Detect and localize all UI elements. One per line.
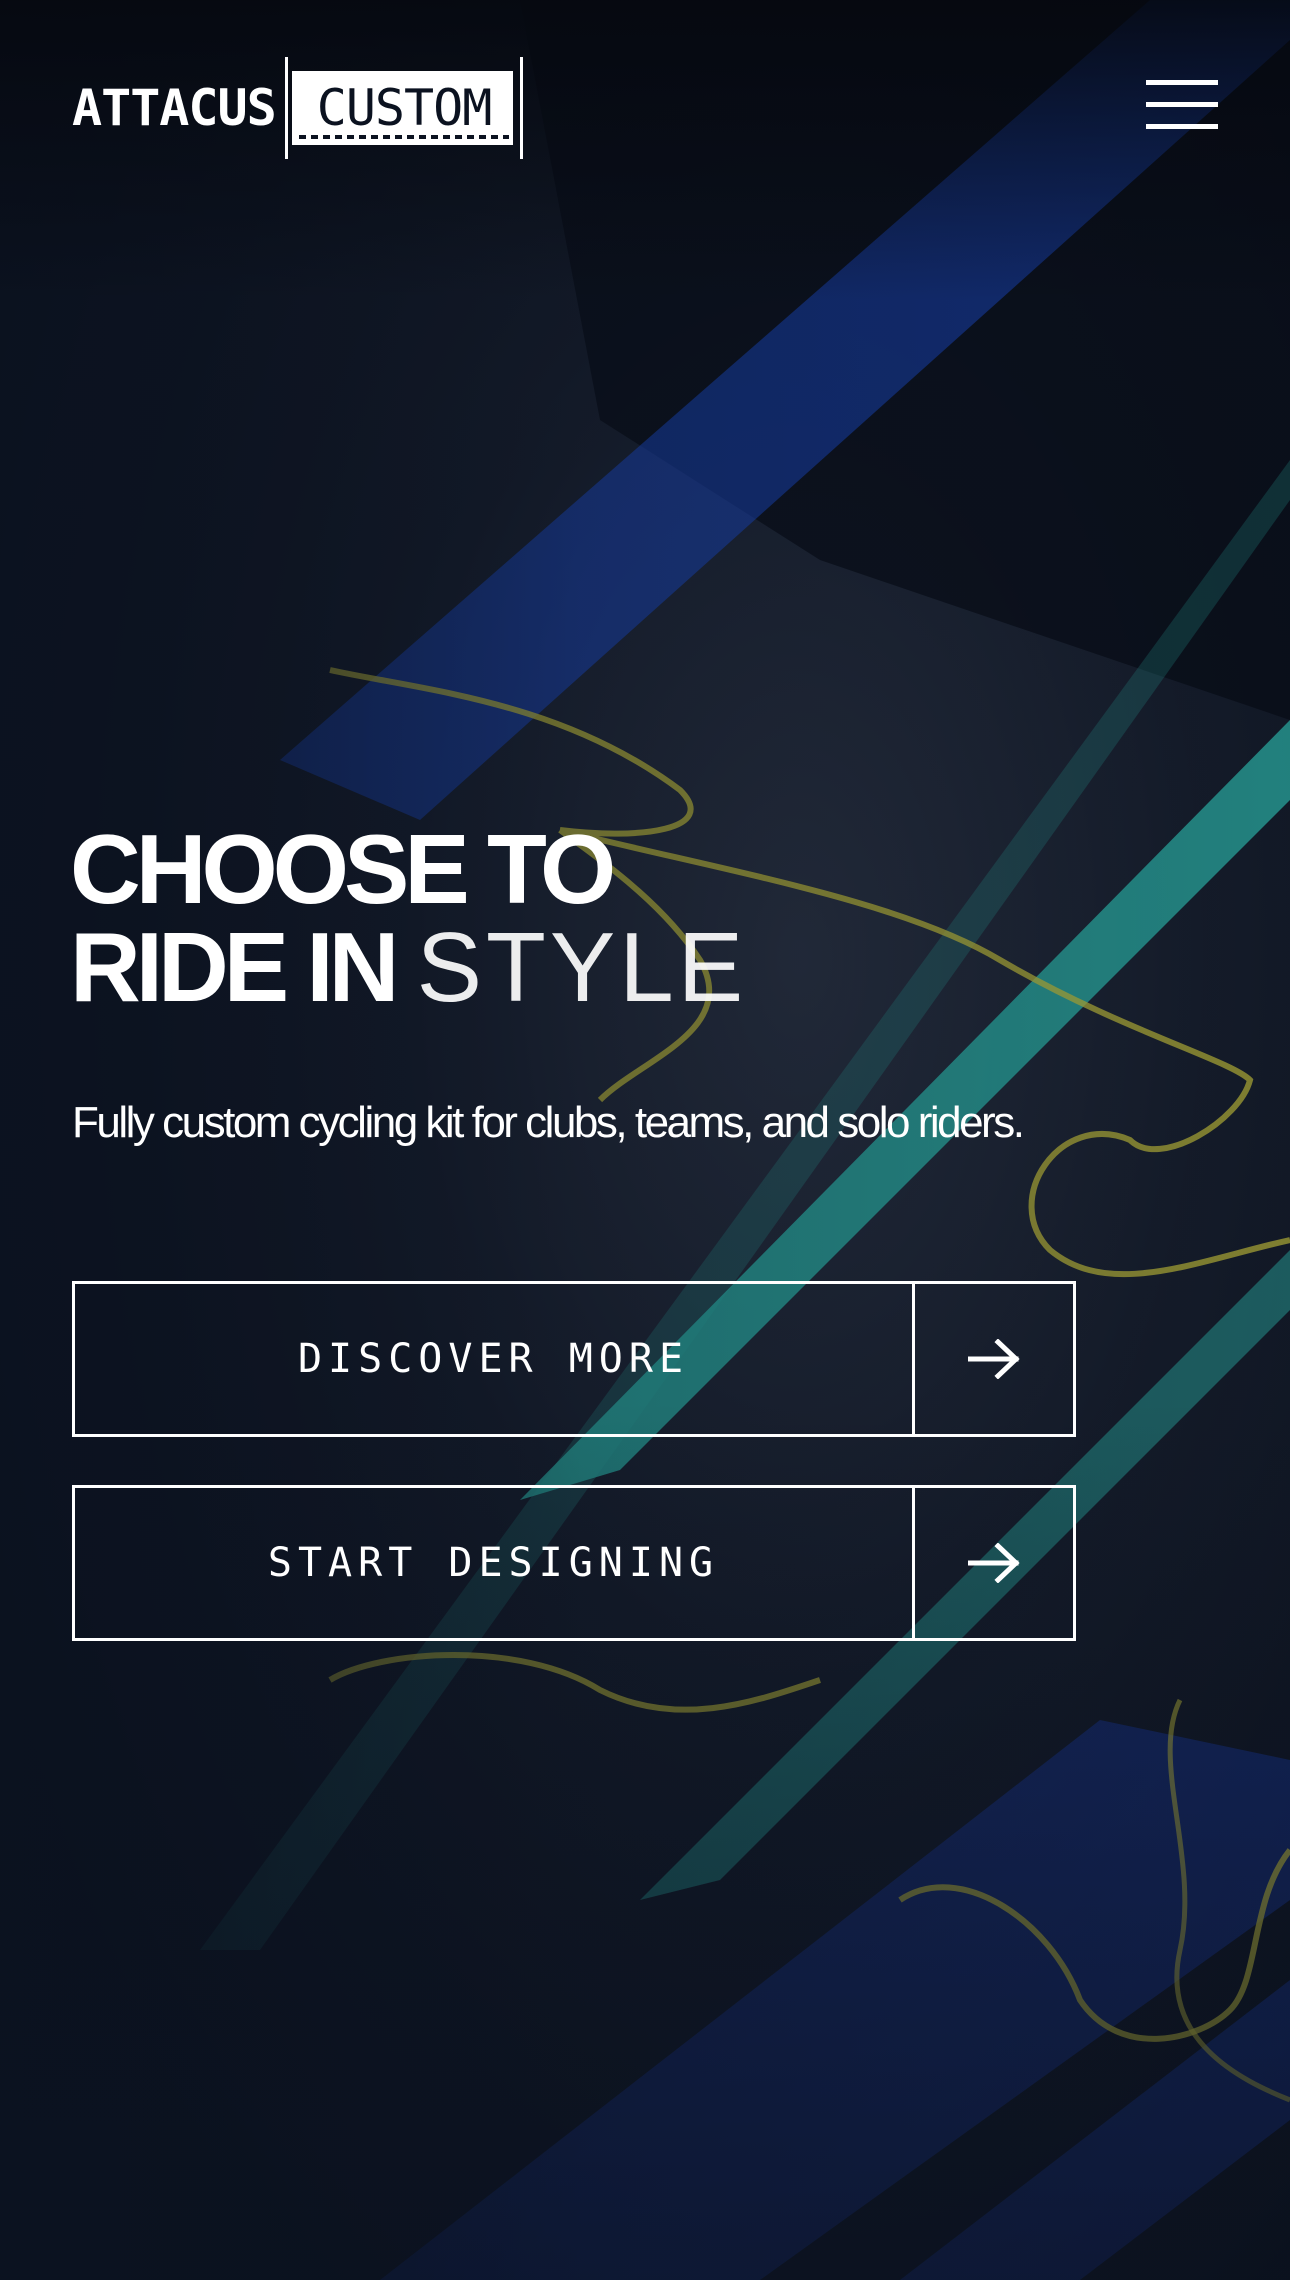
start-designing-button[interactable]: START DESIGNING (72, 1485, 1076, 1641)
logo-tick-right (520, 57, 524, 159)
menu-bar-middle (1146, 102, 1218, 107)
hero-headline: CHOOSE TO RIDE IN STYLE (70, 820, 747, 1016)
logo-dashed-line (298, 135, 510, 139)
hero-subtitle: Fully custom cycling kit for clubs, team… (72, 1098, 1025, 1147)
logo-custom-badge: CUSTOM (284, 57, 524, 159)
arrow-right-icon (915, 1284, 1073, 1434)
logo-wordmark: ATTACUS (72, 79, 277, 137)
menu-bar-top (1146, 80, 1218, 85)
start-designing-label: START DESIGNING (75, 1488, 915, 1638)
discover-more-label: DISCOVER MORE (75, 1284, 915, 1434)
headline-line-2-bold: RIDE IN (70, 912, 399, 1022)
logo-custom-text: CUSTOM (316, 79, 493, 137)
logo-tick-left (284, 57, 288, 159)
headline-line-1: CHOOSE TO (70, 814, 616, 924)
brand-logo[interactable]: ATTACUS CUSTOM (72, 57, 524, 159)
site-header: ATTACUS CUSTOM (72, 56, 1218, 159)
hamburger-menu-icon[interactable] (1146, 80, 1218, 130)
arrow-right-icon (915, 1488, 1073, 1638)
discover-more-button[interactable]: DISCOVER MORE (72, 1281, 1076, 1437)
headline-line-2-light: STYLE (416, 912, 748, 1022)
menu-bar-bottom (1146, 124, 1218, 129)
